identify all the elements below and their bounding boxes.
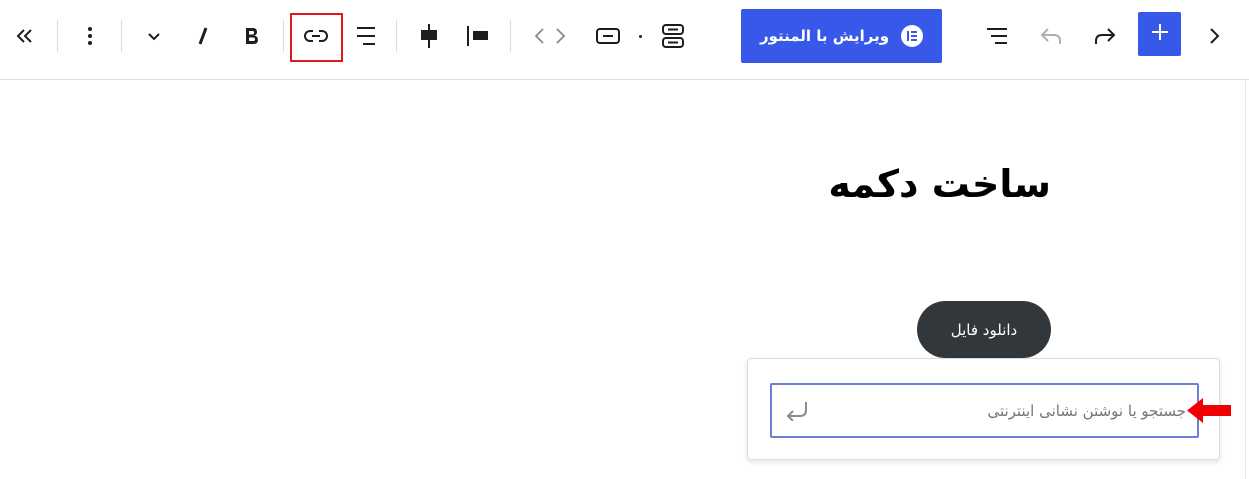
toolbar-divider [283,20,284,52]
toolbar-divider [510,20,511,52]
list-view-icon[interactable] [979,18,1015,54]
toolbar-divider [57,20,58,52]
separator-dot [639,35,642,38]
edit-with-elementor-label: ویرایش با المنتور [759,27,890,45]
redo-icon[interactable] [1087,18,1123,54]
download-file-button[interactable]: دانلود فایل [917,301,1051,358]
justify-text-icon[interactable] [347,18,383,54]
collapse-double-chevron-icon[interactable] [6,18,42,54]
link-button-highlight [290,13,343,62]
toolbar-divider [396,20,397,52]
undo-icon[interactable] [1033,18,1069,54]
align-center-icon[interactable] [411,18,447,54]
chevron-down-icon[interactable] [136,18,172,54]
block-toolbar: ویرایش با المنتور [0,0,1249,80]
code-icon[interactable] [532,18,568,54]
more-options-icon[interactable] [72,18,108,54]
link-popover [747,358,1220,460]
page-heading[interactable]: ساخت دکمه [828,162,1051,206]
elementor-logo-icon [901,25,924,47]
bold-icon[interactable] [234,18,270,54]
editor-scrollbar-edge [1245,80,1246,479]
link-url-input[interactable] [818,385,1186,436]
button-block-icon[interactable] [590,18,626,54]
link-url-field [770,383,1199,438]
align-left-icon[interactable] [460,18,496,54]
add-block-icon [1150,22,1170,46]
annotation-arrow-icon [1187,398,1231,423]
edit-with-elementor-button[interactable]: ویرایش با المنتور [741,9,942,63]
toolbar-divider [121,20,122,52]
submit-link-icon[interactable] [784,397,810,423]
chevron-right-icon[interactable] [1196,18,1232,54]
italic-icon[interactable] [185,18,221,54]
buttons-group-icon[interactable] [655,18,691,54]
add-block-button[interactable] [1138,12,1181,56]
